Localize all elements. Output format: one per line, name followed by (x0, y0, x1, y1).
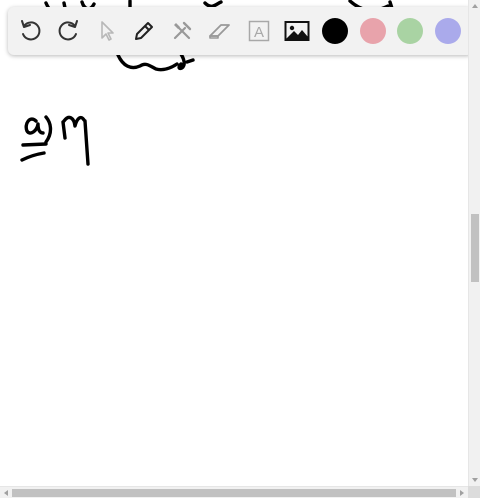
text-icon: A (248, 20, 270, 42)
text-tool-glyph: A (254, 24, 264, 41)
color-swatch-lavender[interactable] (435, 18, 461, 44)
color-swatch-pink[interactable] (360, 18, 386, 44)
color-swatch-black[interactable] (322, 18, 348, 44)
vertical-scrollbar[interactable] (468, 0, 480, 486)
tools-icon (173, 21, 192, 40)
select-arrow-icon (101, 21, 114, 41)
horizontal-scrollbar[interactable] (0, 486, 468, 498)
vertical-scroll-thumb[interactable] (471, 214, 479, 282)
text-tool-button[interactable]: A (246, 18, 272, 44)
select-tool-button[interactable] (94, 18, 120, 44)
scroll-left-arrow-icon[interactable] (2, 489, 10, 497)
horizontal-scroll-thumb[interactable] (12, 489, 456, 497)
undo-button[interactable] (18, 18, 44, 44)
pencil-icon (135, 22, 153, 40)
undo-icon (21, 20, 41, 41)
eraser-button[interactable] (207, 18, 233, 44)
image-tool-button[interactable] (284, 18, 310, 44)
redo-icon (58, 20, 78, 41)
redo-button[interactable] (55, 18, 81, 44)
color-swatch-green[interactable] (397, 18, 423, 44)
scroll-down-arrow-icon[interactable] (471, 476, 479, 484)
drawing-toolbar: A (8, 7, 473, 55)
pen-tool-button[interactable] (131, 18, 157, 44)
scroll-up-arrow-icon[interactable] (471, 2, 479, 10)
scroll-right-arrow-icon[interactable] (458, 489, 466, 497)
eraser-icon (209, 24, 230, 39)
tools-button[interactable] (169, 18, 195, 44)
handwritten-strokes (20, 0, 400, 166)
drawing-canvas[interactable] (0, 0, 468, 486)
image-icon (284, 21, 310, 41)
scrollbar-corner (468, 486, 480, 498)
